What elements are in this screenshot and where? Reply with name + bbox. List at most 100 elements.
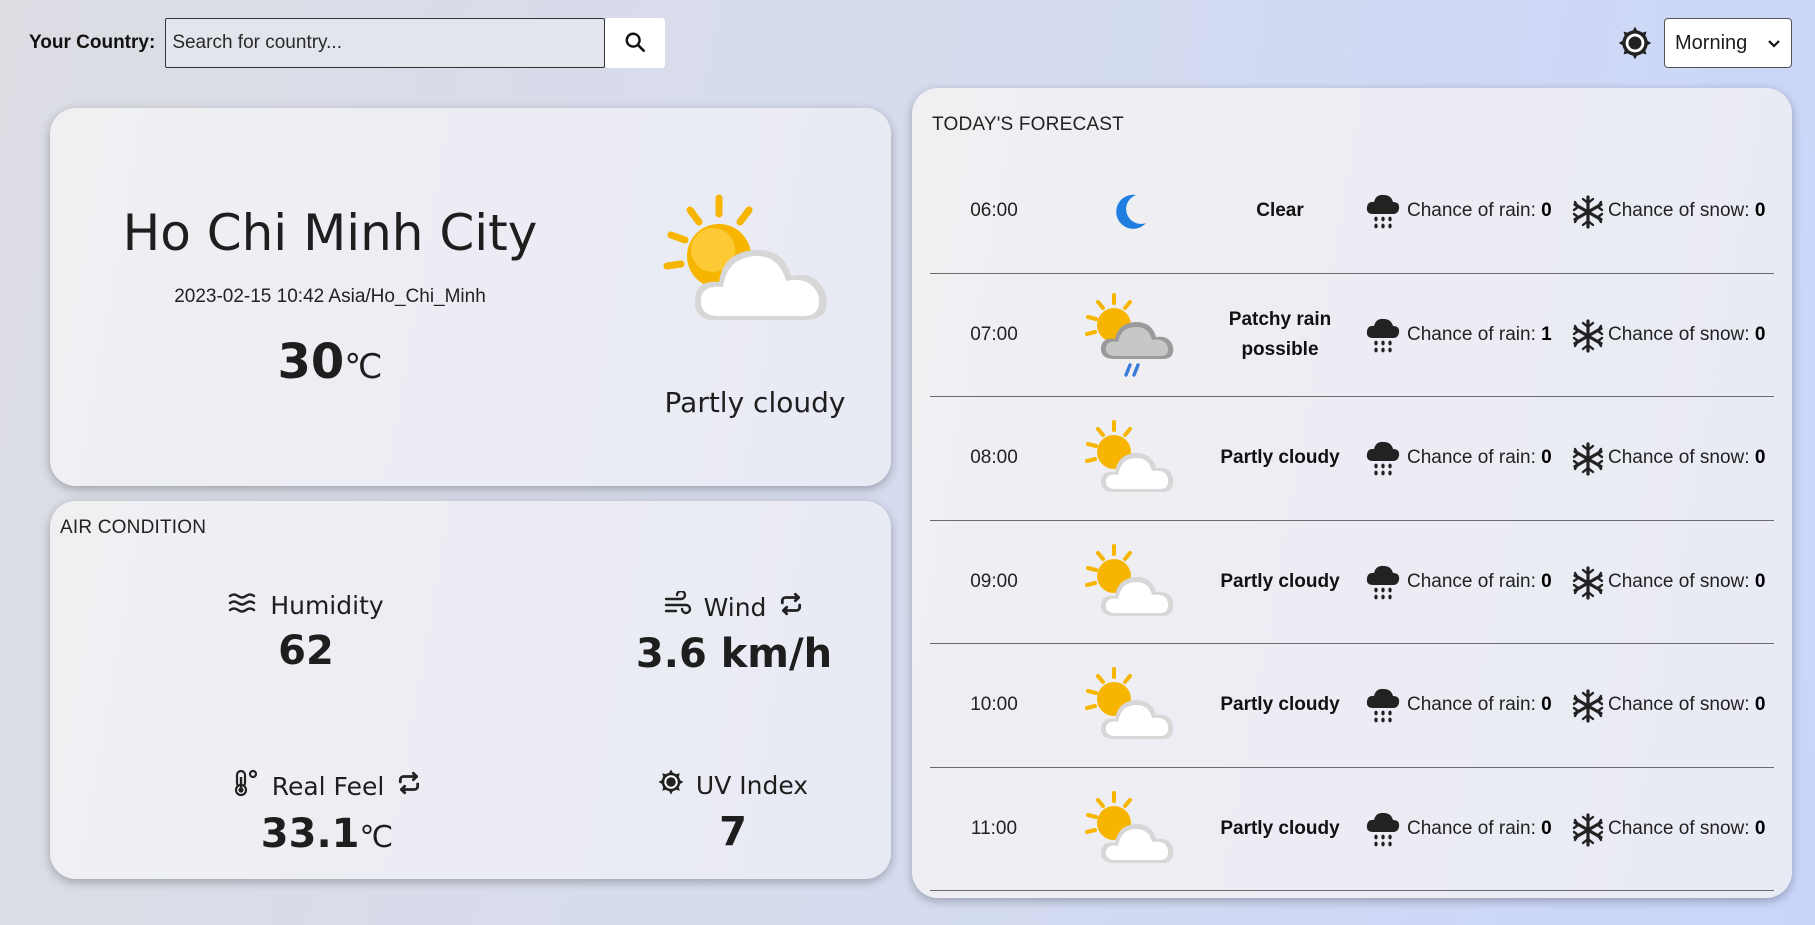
- partly-cloudy-icon: [1080, 655, 1180, 755]
- wind-icon: [664, 589, 692, 623]
- rain-label: Chance of rain:: [1407, 200, 1536, 222]
- forecast-condition: Partly cloudy: [1220, 817, 1340, 839]
- forecast-list: 06:00 Clear Chance of rain: 0 Chance of …: [930, 150, 1774, 891]
- local-time: 2023-02-15 10:42 Asia/Ho_Chi_Minh: [174, 286, 486, 307]
- wind-label: Wind: [703, 592, 767, 622]
- wind-refresh-icon[interactable]: [778, 591, 804, 623]
- snowflake-icon: [1571, 442, 1605, 476]
- chevron-down-icon: [1767, 32, 1781, 55]
- display-controls: Morning: [1618, 18, 1792, 68]
- rain-label: Chance of rain:: [1407, 570, 1536, 592]
- snowflake-icon: [1571, 318, 1605, 353]
- forecast-title: TODAY'S FORECAST: [932, 114, 1124, 135]
- rain-label: Chance of rain:: [1407, 323, 1536, 345]
- wind-value: 3.6 km/h: [635, 631, 833, 677]
- search-icon: [624, 31, 646, 56]
- uv-index-label: UV Index: [695, 770, 809, 800]
- rain-cloud-icon: [1365, 316, 1405, 356]
- temperature-value: 30: [277, 334, 345, 390]
- humidity-label: Humidity: [270, 591, 384, 620]
- forecast-row: 10:00 Partly cloudy Chance of rain: 0 Ch…: [930, 644, 1774, 768]
- moon-icon: [1080, 161, 1180, 261]
- search-button[interactable]: [605, 18, 666, 68]
- snowflake-icon: [1571, 565, 1605, 600]
- chance-of-rain: Chance of rain: 0: [1407, 818, 1552, 840]
- snowflake-icon: [1571, 812, 1605, 847]
- snow-label: Chance of snow:: [1608, 817, 1750, 839]
- rain-label: Chance of rain:: [1407, 817, 1536, 839]
- rain-cloud-icon: [1365, 810, 1405, 850]
- snow-value: 0: [1754, 694, 1766, 716]
- thermometer-icon: [232, 769, 260, 803]
- snow-value: 0: [1754, 570, 1766, 592]
- snow-label: Chance of snow:: [1608, 200, 1750, 222]
- snow-label: Chance of snow:: [1608, 447, 1750, 469]
- real-feel-refresh-icon[interactable]: [396, 770, 422, 802]
- chance-of-rain: Chance of rain: 0: [1407, 571, 1552, 593]
- rain-value: 0: [1541, 817, 1552, 839]
- temperature-unit: ℃: [344, 347, 383, 387]
- forecast-time: 10:00: [970, 694, 1018, 716]
- theme-toggle-sun-icon[interactable]: [1618, 26, 1652, 60]
- real-feel-unit: ℃: [359, 820, 394, 855]
- rain-cloud-icon: [1365, 439, 1405, 479]
- rain-cloud-icon: [1365, 686, 1405, 726]
- country-label: Your Country:: [29, 32, 156, 53]
- humidity-value: 62: [278, 628, 334, 674]
- forecast-condition: Patchy rain possible: [1228, 308, 1332, 360]
- todays-forecast-card: TODAY'S FORECAST 06:00 Clear Chance of r…: [912, 88, 1792, 898]
- rain-label: Chance of rain:: [1407, 447, 1536, 469]
- partly-cloudy-icon: [1080, 408, 1180, 508]
- forecast-condition: Partly cloudy: [1220, 694, 1340, 716]
- time-of-day-selected: Morning: [1675, 31, 1748, 54]
- forecast-row: 11:00 Partly cloudy Chance of rain: 0 Ch…: [930, 768, 1774, 891]
- snow-label: Chance of snow:: [1608, 570, 1750, 592]
- partly-cloudy-icon: [1080, 779, 1180, 879]
- current-condition: Partly cloudy: [664, 386, 846, 419]
- time-of-day-select[interactable]: Morning: [1664, 18, 1792, 68]
- country-search-bar: Your Country:: [29, 18, 666, 68]
- forecast-time: 11:00: [970, 817, 1018, 839]
- uv-index-metric: UV Index 7: [553, 769, 913, 855]
- humidity-waves-icon: [228, 591, 258, 620]
- forecast-time: 07:00: [970, 323, 1018, 345]
- air-condition-card: AIR CONDITION Humidity 62 Wind 3.6 km/h: [50, 501, 891, 879]
- partly-cloudy-icon: [655, 188, 845, 338]
- country-search-input[interactable]: [165, 18, 606, 68]
- real-feel-label: Real Feel: [271, 771, 385, 801]
- snow-label: Chance of snow:: [1608, 694, 1750, 716]
- chance-of-rain: Chance of rain: 0: [1407, 447, 1552, 469]
- humidity-metric: Humidity 62: [126, 591, 486, 674]
- air-condition-title: AIR CONDITION: [60, 517, 207, 538]
- forecast-condition: Partly cloudy: [1220, 570, 1340, 592]
- snowflake-icon: [1571, 689, 1605, 723]
- current-weather-card: Ho Chi Minh City 2023-02-15 10:42 Asia/H…: [50, 108, 891, 486]
- chance-of-snow: Chance of snow: 0: [1608, 324, 1765, 346]
- forecast-row: 07:00 Patchy rain possible Chance of rai…: [930, 274, 1774, 397]
- chance-of-snow: Chance of snow: 0: [1608, 571, 1765, 593]
- rain-value: 0: [1541, 447, 1552, 469]
- forecast-row: 09:00 Partly cloudy Chance of rain: 0 Ch…: [930, 521, 1774, 644]
- real-feel-metric: Real Feel 33.1℃: [147, 769, 507, 857]
- uv-index-value: 7: [719, 809, 747, 855]
- snow-value: 0: [1754, 323, 1766, 345]
- snowflake-icon: [1571, 195, 1605, 229]
- chance-of-snow: Chance of snow: 0: [1608, 447, 1765, 469]
- snow-value: 0: [1754, 447, 1766, 469]
- chance-of-snow: Chance of snow: 0: [1608, 818, 1765, 840]
- real-feel-value: 33.1℃: [147, 811, 507, 857]
- forecast-condition: Clear: [1256, 200, 1304, 222]
- rain-value: 1: [1541, 323, 1552, 345]
- city-name: Ho Chi Minh City: [122, 204, 538, 262]
- sun-icon: [658, 769, 684, 801]
- chance-of-rain: Chance of rain: 0: [1407, 694, 1552, 716]
- patchy-rain-icon: [1080, 285, 1180, 385]
- chance-of-rain: Chance of rain: 1: [1407, 324, 1552, 346]
- chance-of-rain: Chance of rain: 0: [1407, 200, 1552, 222]
- chance-of-snow: Chance of snow: 0: [1608, 694, 1765, 716]
- rain-label: Chance of rain:: [1407, 694, 1536, 716]
- snow-label: Chance of snow:: [1608, 323, 1750, 345]
- wind-metric: Wind 3.6 km/h: [554, 589, 914, 677]
- forecast-condition: Partly cloudy: [1220, 447, 1340, 469]
- forecast-row: 06:00 Clear Chance of rain: 0 Chance of …: [930, 150, 1774, 274]
